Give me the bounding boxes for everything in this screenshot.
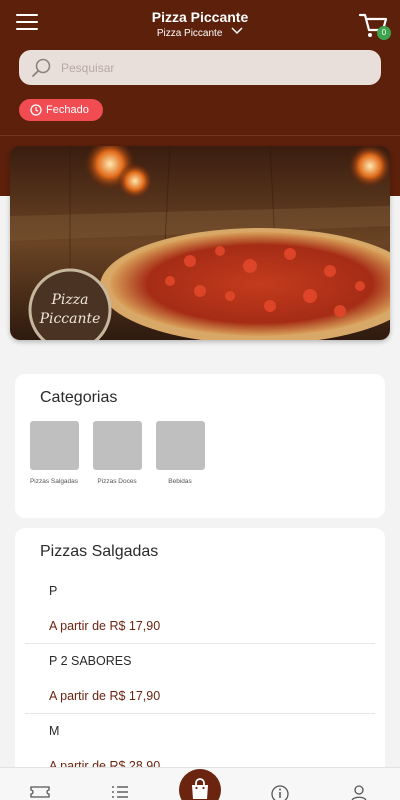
category-thumbnail <box>92 421 142 470</box>
logo-text-line1: Pizza <box>51 292 89 308</box>
shopping-bag-icon <box>192 778 208 799</box>
pizza-banner-image: Pizza Piccante <box>10 146 390 340</box>
product-price: A partir de R$ 17,90 <box>49 689 161 703</box>
store-banner: Pizza Piccante <box>10 146 390 340</box>
product-section-card: Pizzas Salgadas P A partir de R$ 17,90 P… <box>15 528 385 800</box>
product-item[interactable]: P A partir de R$ 17,90 <box>25 574 375 644</box>
user-icon[interactable] <box>351 785 367 800</box>
clock-icon <box>30 104 42 116</box>
store-selector[interactable]: Pizza Piccante <box>0 27 400 39</box>
product-item[interactable]: P 2 SABORES A partir de R$ 17,90 <box>25 644 375 714</box>
category-pizzas-doces[interactable]: Pizzas Doces <box>92 421 142 486</box>
category-label: Pizzas Doces <box>97 478 137 485</box>
categories-card: Categorias Pizzas Salgadas Pizzas Doces … <box>15 374 385 518</box>
category-label: Pizzas Salgadas <box>29 478 79 485</box>
ticket-icon[interactable] <box>30 785 50 799</box>
status-label: Fechado <box>46 104 89 116</box>
category-thumbnail <box>155 421 205 470</box>
logo-text-line2: Piccante <box>39 311 101 327</box>
product-price: A partir de R$ 17,90 <box>49 619 161 633</box>
categories-title: Categorias <box>40 389 118 406</box>
status-badge: Fechado <box>19 99 103 121</box>
cart-count-badge: 0 <box>377 26 391 40</box>
store-selector-label: Pizza Piccante <box>156 28 223 39</box>
product-name: P <box>49 584 58 598</box>
search-icon <box>32 58 51 77</box>
product-name: M <box>49 724 60 738</box>
section-title: Pizzas Salgadas <box>40 543 159 560</box>
category-thumbnail <box>29 421 79 470</box>
search-input[interactable] <box>61 58 361 78</box>
search-bar[interactable] <box>19 50 381 85</box>
header-divider <box>0 135 400 136</box>
menu-list-icon[interactable] <box>111 785 129 799</box>
page-title: Pizza Piccante <box>151 9 249 25</box>
chevron-down-icon <box>231 27 243 35</box>
category-pizzas-salgadas[interactable]: Pizzas Salgadas <box>29 421 79 486</box>
info-icon[interactable] <box>271 785 289 800</box>
product-name: P 2 SABORES <box>49 654 132 668</box>
category-label: Bebidas <box>168 478 192 485</box>
category-bebidas[interactable]: Bebidas <box>155 421 205 486</box>
